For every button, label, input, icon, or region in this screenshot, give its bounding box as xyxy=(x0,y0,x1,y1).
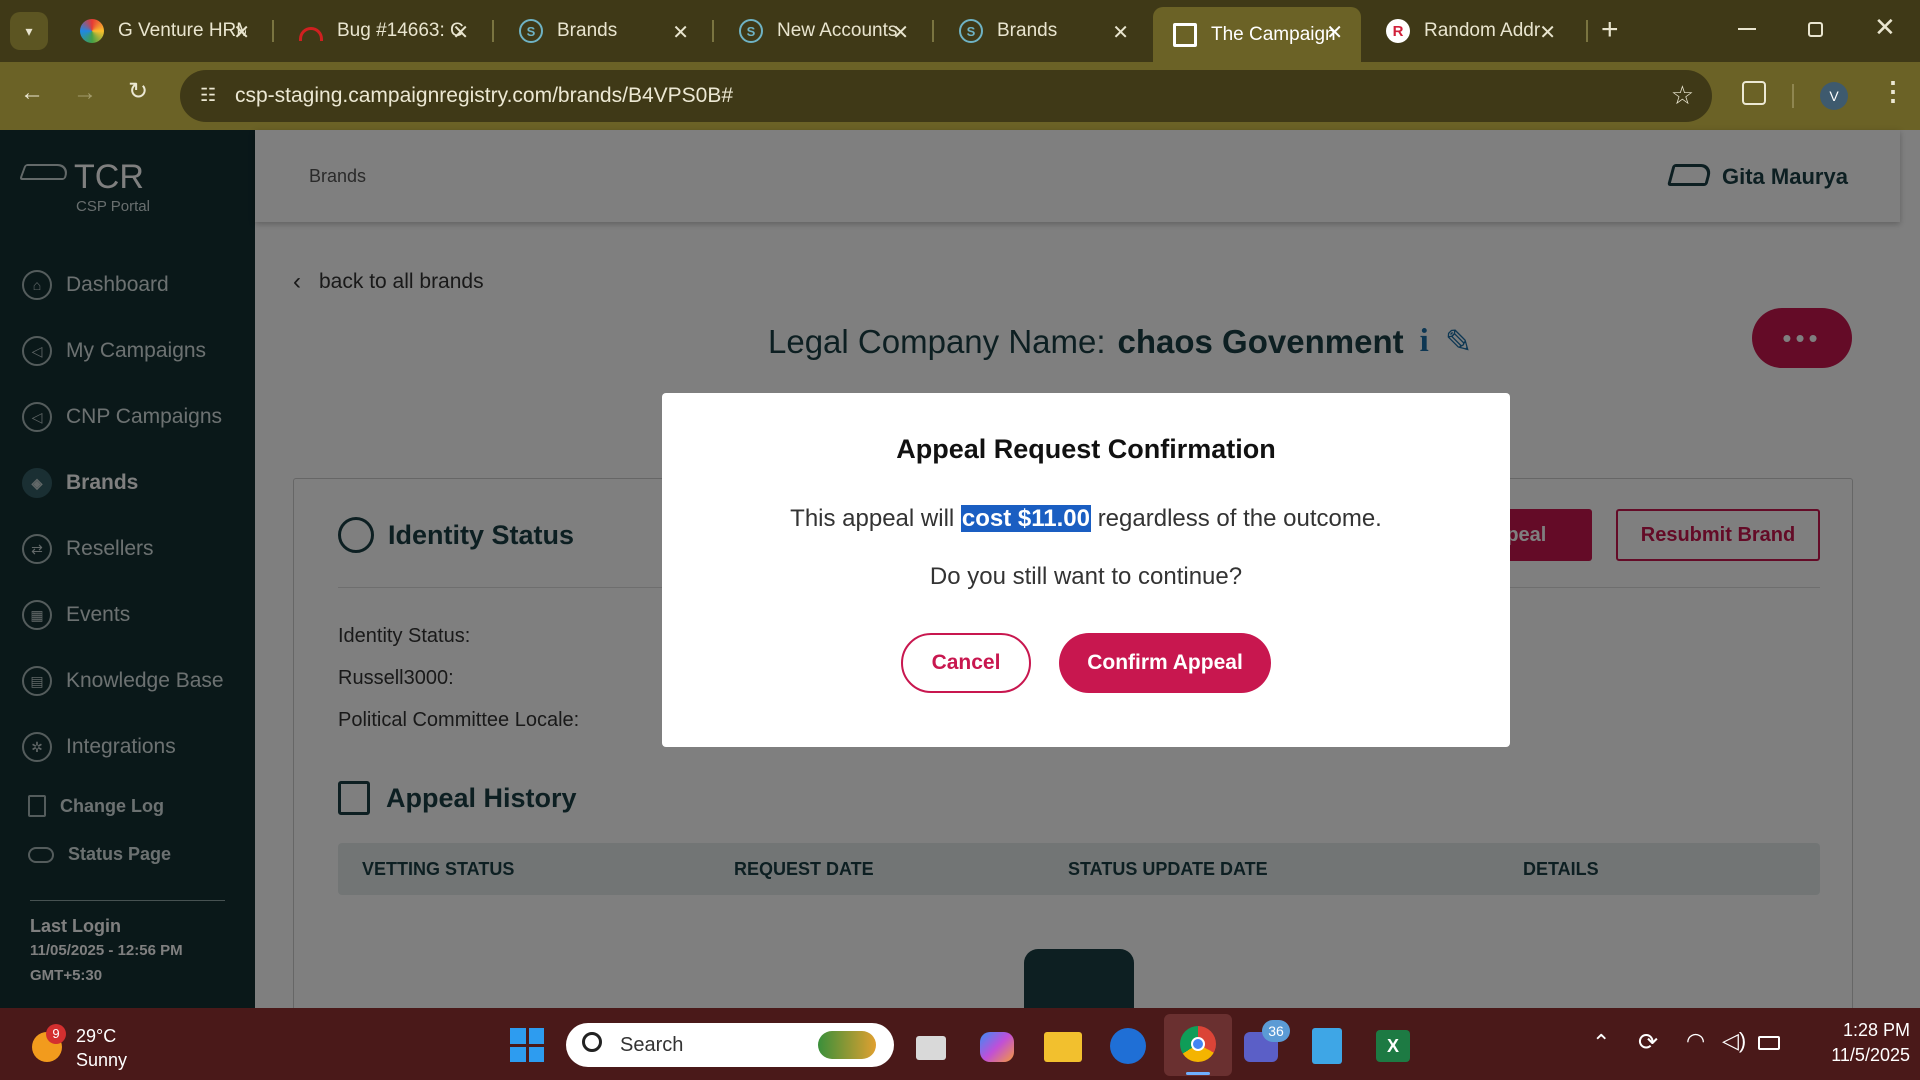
tab-0[interactable]: G Venture HRM ✕ xyxy=(60,7,268,55)
excel-icon[interactable]: X xyxy=(1376,1030,1410,1062)
tab-search-button[interactable]: ▾ xyxy=(10,12,48,50)
search-icon xyxy=(582,1032,602,1052)
close-icon[interactable]: ✕ xyxy=(1112,20,1129,45)
tab-3[interactable]: S New Accounts ✕ xyxy=(719,7,927,55)
tab-5-active[interactable]: The Campaign ✕ xyxy=(1153,7,1361,62)
clock[interactable]: 1:28 PM 11/5/2025 xyxy=(1800,1020,1910,1066)
highlighted-cost: cost $11.00 xyxy=(960,505,1092,532)
dialog-title: Appeal Request Confirmation xyxy=(896,434,1276,464)
copilot-icon[interactable] xyxy=(980,1032,1014,1062)
tab-1[interactable]: Bug #14663: C ✕ xyxy=(279,7,487,55)
profile-avatar[interactable]: V xyxy=(1820,82,1848,110)
bug-tracker-icon xyxy=(299,27,323,41)
new-tab-icon[interactable]: + xyxy=(1601,13,1619,47)
close-icon[interactable]: ✕ xyxy=(892,20,909,45)
close-icon[interactable]: ✕ xyxy=(1539,20,1556,45)
cancel-button[interactable]: Cancel xyxy=(901,633,1031,693)
bookmark-star-icon[interactable]: ☆ xyxy=(1671,80,1694,111)
sync-icon[interactable]: ⟳ xyxy=(1638,1028,1658,1057)
chevron-down-icon: ▾ xyxy=(25,22,33,39)
appeal-confirmation-dialog: Appeal Request Confirmation This appeal … xyxy=(662,393,1510,747)
tcr-logo-icon: S xyxy=(739,19,763,43)
task-view-icon[interactable] xyxy=(916,1036,946,1060)
taskbar-search[interactable]: Search xyxy=(566,1023,894,1067)
search-highlight-icon xyxy=(818,1031,876,1059)
site-info-icon[interactable]: ☷ xyxy=(200,85,216,106)
file-explorer-icon[interactable] xyxy=(1044,1032,1082,1062)
forward-arrow-icon[interactable]: → xyxy=(73,79,97,107)
dialog-question: Do you still want to continue? xyxy=(929,563,1243,590)
back-arrow-icon[interactable]: ← xyxy=(20,79,44,107)
menu-kebab-icon[interactable]: ⋮ xyxy=(1880,76,1906,107)
outlook-icon[interactable] xyxy=(1110,1028,1146,1064)
notepad-icon[interactable] xyxy=(1312,1028,1342,1064)
tab-6[interactable]: R Random Addr ✕ xyxy=(1366,7,1574,55)
tray-chevron-up-icon[interactable]: ⌃ xyxy=(1592,1030,1610,1056)
wifi-icon[interactable]: ◠ xyxy=(1686,1028,1705,1054)
restore-icon[interactable] xyxy=(1808,22,1823,37)
battery-icon[interactable] xyxy=(1758,1036,1780,1050)
tcr-logo-icon: S xyxy=(959,19,983,43)
close-icon[interactable]: ✕ xyxy=(672,20,689,45)
volume-icon[interactable]: ◁) xyxy=(1722,1028,1746,1054)
teams-badge: 36 xyxy=(1262,1020,1290,1042)
address-bar[interactable]: ☷ csp-staging.campaignregistry.com/brand… xyxy=(180,70,1712,122)
weather-badge: 9 xyxy=(46,1024,66,1044)
tab-2[interactable]: S Brands ✕ xyxy=(499,7,707,55)
chrome-app-active[interactable] xyxy=(1164,1014,1232,1076)
browser-tab-bar: ▾ G Venture HRM ✕ Bug #14663: C ✕ S Bran… xyxy=(0,0,1920,62)
extensions-icon[interactable] xyxy=(1742,81,1766,105)
r-logo-icon: R xyxy=(1386,19,1410,43)
dialog-message: This appeal will cost $11.00 regardless … xyxy=(790,505,1382,532)
document-icon xyxy=(1173,22,1197,47)
reload-icon[interactable]: ↻ xyxy=(128,77,148,106)
url-text[interactable]: csp-staging.campaignregistry.com/brands/… xyxy=(235,84,733,108)
windows-taskbar: 9 29°C Sunny Search 36 X ⌃ ⟳ ◠ ◁) 1:28 P… xyxy=(0,1008,1920,1080)
close-icon[interactable]: ✕ xyxy=(452,20,469,45)
colorful-swirl-icon xyxy=(80,19,104,43)
confirm-appeal-button[interactable]: Confirm Appeal xyxy=(1059,633,1271,693)
close-icon[interactable]: ✕ xyxy=(1326,20,1343,45)
tab-4[interactable]: S Brands ✕ xyxy=(939,7,1147,55)
minimize-icon[interactable] xyxy=(1738,28,1756,30)
browser-toolbar: ← → ↻ ☷ csp-staging.campaignregistry.com… xyxy=(0,62,1920,130)
start-windows-icon[interactable] xyxy=(510,1028,544,1062)
close-icon[interactable]: ✕ xyxy=(233,20,250,45)
weather-widget[interactable]: 9 29°C Sunny xyxy=(28,1022,168,1070)
window-close-icon[interactable]: ✕ xyxy=(1874,12,1896,43)
tcr-logo-icon: S xyxy=(519,19,543,43)
